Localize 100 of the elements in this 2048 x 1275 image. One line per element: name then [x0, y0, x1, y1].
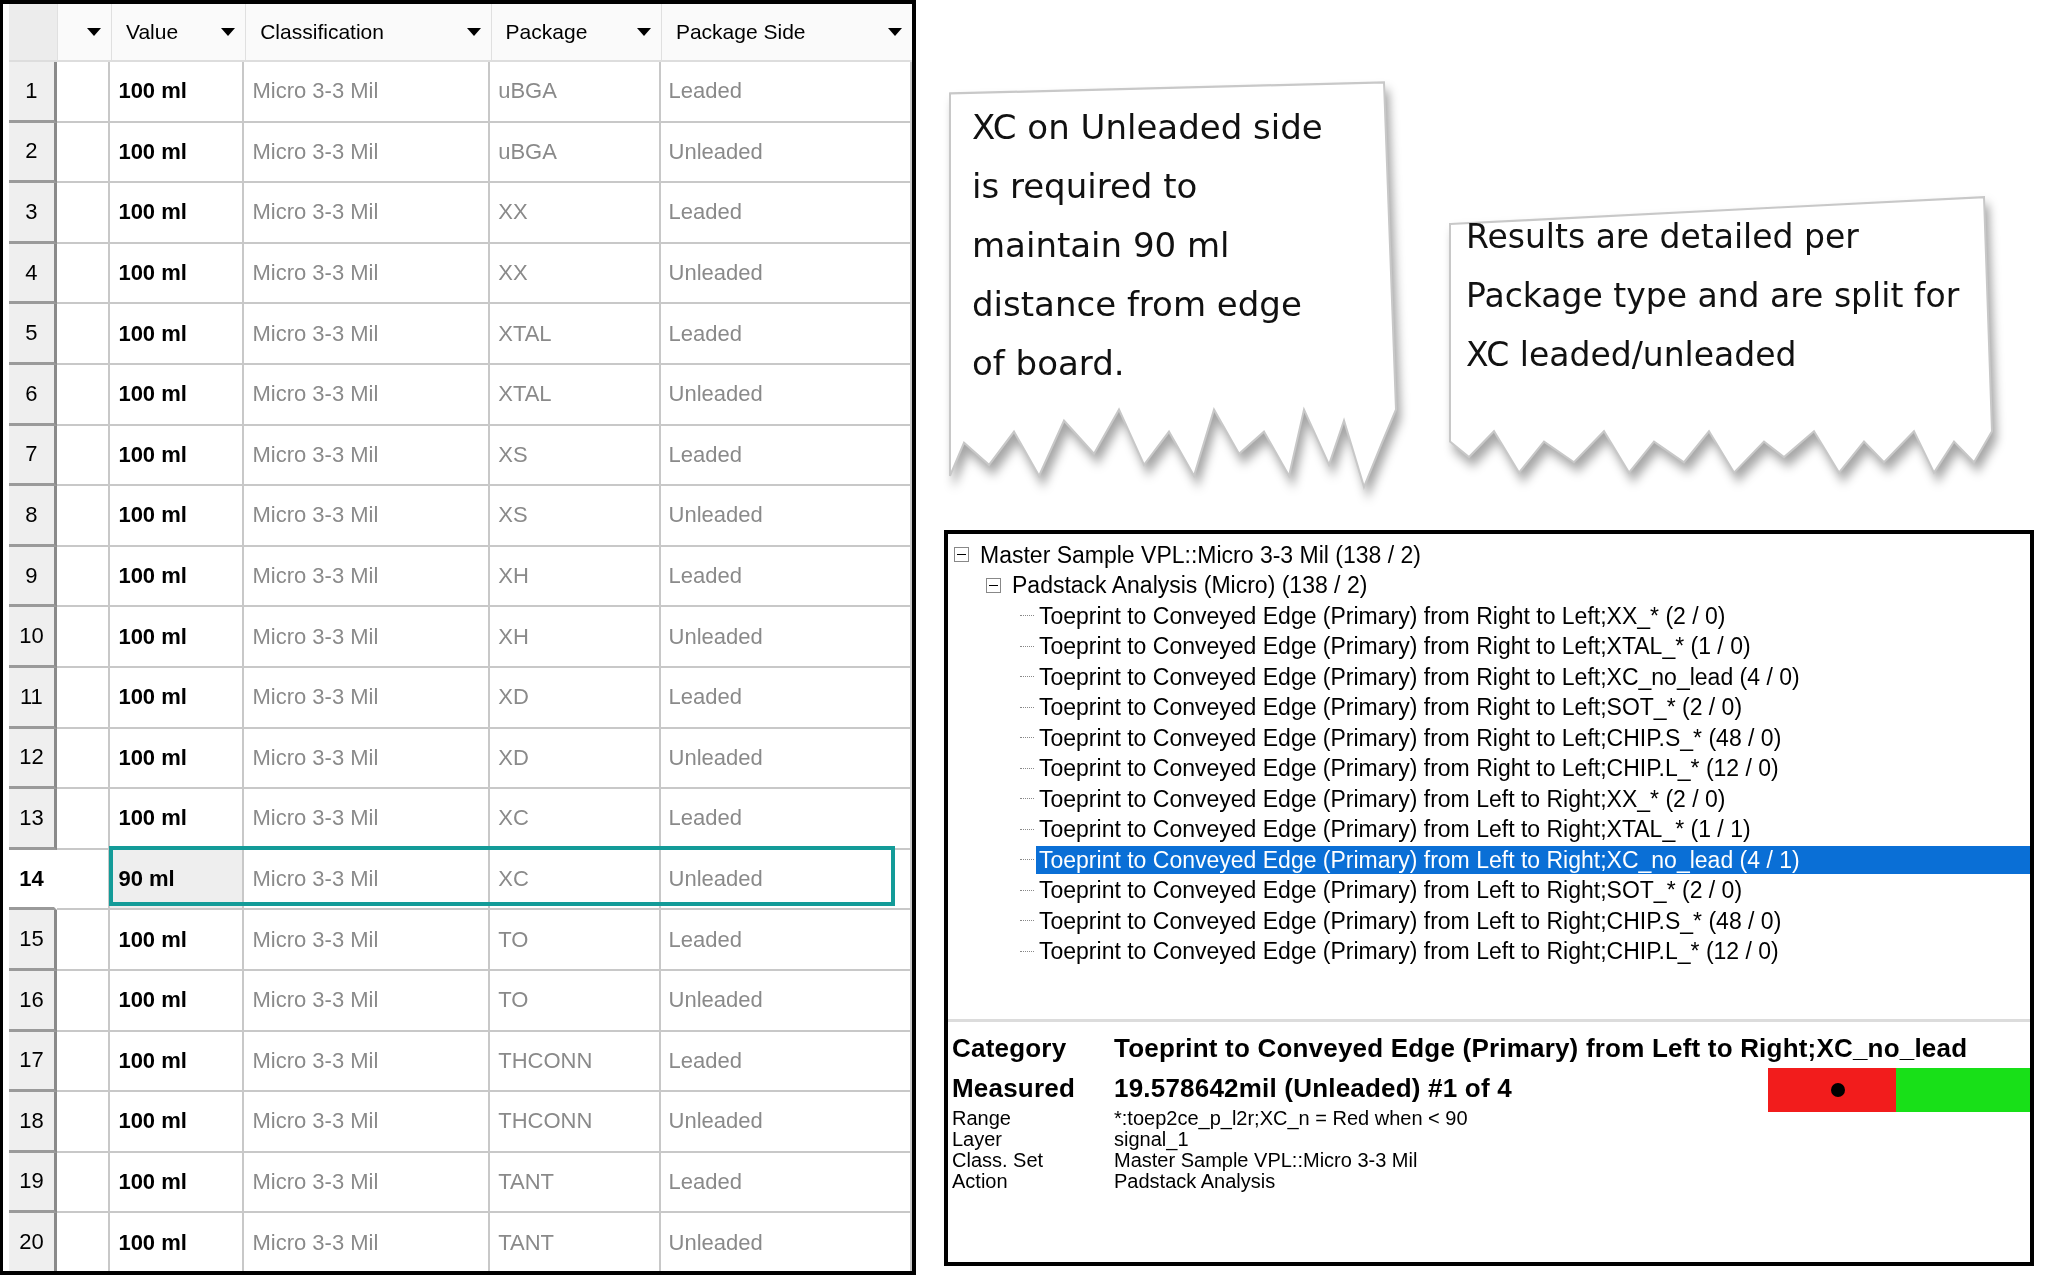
dropdown-caret-icon[interactable]	[86, 28, 101, 36]
tree-item[interactable]: Toeprint to Conveyed Edge (Primary) from Right to Left;CHIP.S_* (48 / 0)	[1036, 723, 1785, 752]
row-header[interactable]: 2	[9, 122, 57, 184]
row-header[interactable]: 3	[9, 183, 57, 244]
table-cell: Micro 3-3 Mil	[244, 789, 491, 850]
table-cell: Leaded	[660, 546, 912, 608]
table-cell	[56, 546, 111, 608]
table-cell: Micro 3-3 Mil	[244, 1092, 491, 1153]
detail-label: Category	[952, 1032, 1068, 1064]
table-cell: XX	[490, 243, 661, 305]
table-cell: Micro 3-3 Mil	[244, 667, 491, 729]
table-cell: Leaded	[660, 1152, 912, 1214]
table-cell: 100 ml	[110, 183, 245, 244]
table-cell: XH	[490, 546, 661, 608]
tree-item[interactable]: Toeprint to Conveyed Edge (Primary) from Left to Right;XX_* (2 / 0)	[1036, 784, 1729, 813]
tree-item[interactable]: Toeprint to Conveyed Edge (Primary) from Left to Right;CHIP.S_* (48 / 0)	[1036, 906, 1785, 935]
table-cell: XC	[490, 789, 661, 850]
tree-item[interactable]: Toeprint to Conveyed Edge (Primary) from Right to Left;XX_* (2 / 0)	[1036, 601, 1729, 630]
table-cell: XTAL	[490, 304, 661, 365]
table-cell: Leaded	[660, 62, 912, 123]
table-cell: XD	[490, 667, 661, 729]
table-cell: Unleaded	[660, 607, 912, 668]
table-cell: TANT	[490, 1152, 661, 1214]
column-header[interactable]: Classification	[245, 4, 491, 60]
table-cell: Leaded	[660, 304, 912, 365]
tree-item[interactable]: Toeprint to Conveyed Edge (Primary) from Right to Left;SOT_* (2 / 0)	[1036, 693, 1746, 721]
column-header[interactable]: Package	[490, 4, 661, 60]
row-header[interactable]: 19	[9, 1152, 57, 1214]
row-header[interactable]: 11	[9, 667, 57, 729]
detail-label: Layer	[952, 1128, 1003, 1151]
table-cell	[56, 1031, 111, 1093]
column-header[interactable]: Value	[110, 4, 246, 60]
table-cell: XC	[490, 849, 661, 911]
row-header[interactable]: 20	[9, 1213, 57, 1271]
table-cell: Micro 3-3 Mil	[244, 970, 491, 1032]
tree-item[interactable]: Toeprint to Conveyed Edge (Primary) from Right to Left;XTAL_* (1 / 0)	[1036, 632, 1754, 660]
table-cell: THCONN	[490, 1031, 661, 1093]
table-cell: XS	[490, 486, 661, 547]
table-cell	[56, 122, 111, 184]
collapse-icon[interactable]	[986, 577, 1001, 593]
row-header[interactable]: 18	[9, 1092, 57, 1153]
row-header[interactable]: 7	[9, 425, 57, 487]
row-header[interactable]: 6	[9, 364, 57, 426]
row-header[interactable]: 5	[9, 304, 57, 365]
table-cell: Unleaded	[660, 728, 912, 790]
table-cell	[56, 1092, 111, 1153]
tree-item[interactable]: Toeprint to Conveyed Edge (Primary) from Left to Right;SOT_* (2 / 0)	[1036, 876, 1746, 904]
row-header[interactable]: 16	[9, 970, 57, 1032]
dropdown-caret-icon[interactable]	[221, 28, 236, 36]
table-cell	[56, 304, 111, 365]
detail-label: Measured	[952, 1072, 1076, 1104]
row-header[interactable]: 17	[9, 1031, 57, 1093]
detail-value: signal_1	[1114, 1128, 1189, 1151]
dropdown-caret-icon[interactable]	[466, 28, 481, 36]
table-cell	[56, 243, 111, 305]
table-cell: XS	[490, 425, 661, 487]
row-header[interactable]: 9	[9, 546, 57, 608]
row-header[interactable]: 1	[9, 62, 57, 123]
table-cell: Micro 3-3 Mil	[244, 607, 491, 668]
tree-item[interactable]: Padstack Analysis (Micro) (138 / 2)	[1009, 571, 1371, 599]
table-cell: Micro 3-3 Mil	[244, 1031, 491, 1093]
detail-label: Range	[952, 1107, 1012, 1130]
table-cell: TO	[490, 970, 661, 1032]
table-cell: 100 ml	[110, 62, 245, 123]
row-header[interactable]: 15	[9, 910, 57, 971]
table-cell: Micro 3-3 Mil	[244, 425, 491, 487]
table-cell	[56, 425, 111, 487]
table-cell: 100 ml	[110, 546, 245, 608]
column-header[interactable]: Package Side	[660, 4, 912, 60]
table-cell	[56, 667, 111, 729]
tree-item[interactable]: Toeprint to Conveyed Edge (Primary) from Right to Left;CHIP.L_* (12 / 0)	[1036, 754, 1782, 782]
row-header[interactable]: 12	[9, 728, 57, 790]
detail-label: Class. Set	[952, 1149, 1045, 1172]
table-cell: Micro 3-3 Mil	[244, 183, 491, 244]
row-header[interactable]: 13	[9, 789, 57, 850]
dropdown-caret-icon[interactable]	[888, 28, 902, 36]
collapse-icon[interactable]	[954, 547, 969, 562]
table-cell: Unleaded	[660, 243, 912, 305]
table-cell: Unleaded	[660, 1092, 912, 1153]
table-cell	[56, 607, 111, 668]
detail-value: 19.578642mil (Unleaded) #1 of 4	[1114, 1072, 1512, 1104]
table-cell: Micro 3-3 Mil	[244, 1213, 491, 1271]
dropdown-caret-icon[interactable]	[636, 28, 651, 36]
table-cell: Unleaded	[660, 1213, 912, 1271]
row-header[interactable]: 10	[9, 607, 57, 668]
table-cell	[56, 1152, 111, 1214]
table-cell	[56, 486, 111, 547]
row-header[interactable]: 8	[9, 486, 57, 547]
table-cell: 100 ml	[110, 425, 245, 487]
tree-item[interactable]: Toeprint to Conveyed Edge (Primary) from Right to Left;XC_no_lead (4 / 0)	[1036, 662, 1803, 691]
tree-item[interactable]: Toeprint to Conveyed Edge (Primary) from Left to Right;CHIP.L_* (12 / 0)	[1036, 937, 1782, 965]
table-cell: XX	[490, 183, 661, 244]
table-cell: Leaded	[660, 667, 912, 729]
row-header[interactable]: 4	[9, 243, 57, 305]
tree-item[interactable]: Master Sample VPL::Micro 3-3 Mil (138 / 2)	[977, 540, 1424, 569]
table-cell: Unleaded	[660, 122, 912, 184]
tree-item[interactable]: Toeprint to Conveyed Edge (Primary) from Left to Right;XTAL_* (1 / 1)	[1036, 815, 1754, 843]
column-header-label: Package Side	[675, 20, 806, 44]
tree-item[interactable]: Toeprint to Conveyed Edge (Primary) from Left to Right;XC_no_lead (4 / 1)	[1036, 845, 2030, 874]
table-cell: Unleaded	[660, 486, 912, 547]
